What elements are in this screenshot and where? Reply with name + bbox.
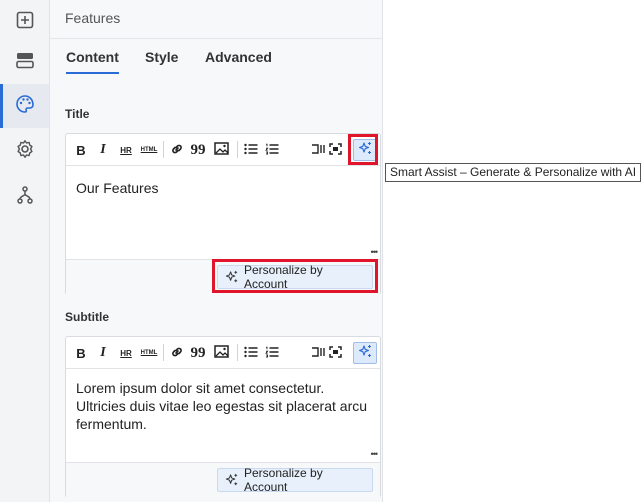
html-button[interactable]: HTML <box>139 342 159 364</box>
layout-icon <box>15 51 35 74</box>
personalize-highlight <box>212 259 378 293</box>
image-icon <box>213 142 229 158</box>
toolbar-divider <box>237 141 238 158</box>
subtitle-editor: B I HR HTML 99 Lorem ipsum dolor sit ame… <box>65 336 381 498</box>
subtitle-text[interactable]: Lorem ipsum dolor sit amet consectetur. … <box>76 379 374 433</box>
palette-icon <box>15 94 35 119</box>
source-view-icon <box>311 346 325 361</box>
bullet-list-icon <box>244 346 258 361</box>
smart-assist-button[interactable] <box>353 342 377 364</box>
link-button[interactable] <box>167 139 187 161</box>
tab-advanced[interactable]: Advanced <box>205 49 272 65</box>
subtitle-toolbar: B I HR HTML 99 <box>66 337 380 369</box>
toolbar-divider <box>163 141 164 158</box>
resize-grip[interactable]: ••• <box>371 247 379 257</box>
bold-button[interactable]: B <box>73 342 89 364</box>
source-view-icon <box>311 143 325 158</box>
gear-icon <box>15 139 35 164</box>
numbered-list-button[interactable] <box>262 342 282 364</box>
subtitle-footer: Personalize by Account <box>66 462 380 498</box>
bullet-list-icon <box>244 143 258 158</box>
sparkles-icon <box>358 344 373 362</box>
style-button[interactable] <box>0 84 49 128</box>
settings-panel: Features Content Style Advanced Title B … <box>50 0 383 502</box>
italic-button[interactable]: I <box>95 139 111 161</box>
image-icon <box>213 345 229 361</box>
personalize-label: Personalize by Account <box>244 466 323 494</box>
sparkles-icon <box>225 473 239 487</box>
layout-button[interactable] <box>0 40 49 84</box>
fullscreen-icon <box>328 142 342 158</box>
numbered-list-icon <box>265 346 279 361</box>
toolbar-divider <box>237 344 238 361</box>
bullet-list-button[interactable] <box>241 139 261 161</box>
smart-assist-highlight <box>348 134 378 165</box>
link-button[interactable] <box>167 342 187 364</box>
quote-button[interactable]: 99 <box>189 342 207 364</box>
italic-button[interactable]: I <box>95 342 111 364</box>
fullscreen-icon <box>328 345 342 361</box>
icon-rail <box>0 0 50 502</box>
smart-assist-tooltip: Smart Assist – Generate & Personalize wi… <box>385 163 642 182</box>
bullet-list-button[interactable] <box>241 342 261 364</box>
source-view-button[interactable] <box>310 139 326 161</box>
quote-button[interactable]: 99 <box>189 139 207 161</box>
image-button[interactable] <box>210 342 232 364</box>
title-text[interactable]: Our Features <box>76 179 158 197</box>
panel-header: Features <box>50 0 382 39</box>
subtitle-label: Subtitle <box>65 310 109 324</box>
bold-button[interactable]: B <box>73 139 89 161</box>
flow-icon <box>15 185 35 210</box>
personalize-by-account-button[interactable]: Personalize by Account <box>217 466 373 494</box>
hr-button[interactable]: HR <box>116 342 136 364</box>
resize-grip[interactable]: ••• <box>371 449 379 459</box>
tab-content[interactable]: Content <box>66 49 119 74</box>
settings-button[interactable] <box>0 129 49 173</box>
link-icon <box>170 345 184 362</box>
title-toolbar: B I HR HTML 99 <box>66 134 380 166</box>
fullscreen-button[interactable] <box>327 139 343 161</box>
hr-button[interactable]: HR <box>116 139 136 161</box>
image-button[interactable] <box>210 139 232 161</box>
toolbar-divider <box>163 344 164 361</box>
panel-title: Features <box>65 10 121 26</box>
add-block-button[interactable] <box>0 0 49 44</box>
fullscreen-button[interactable] <box>327 342 343 364</box>
link-icon <box>170 142 184 159</box>
add-icon <box>16 11 34 34</box>
title-label: Title <box>65 107 90 121</box>
tab-style[interactable]: Style <box>145 49 178 65</box>
html-button[interactable]: HTML <box>139 139 159 161</box>
source-view-button[interactable] <box>310 342 326 364</box>
flow-button[interactable] <box>0 175 49 219</box>
numbered-list-button[interactable] <box>262 139 282 161</box>
numbered-list-icon <box>265 143 279 158</box>
